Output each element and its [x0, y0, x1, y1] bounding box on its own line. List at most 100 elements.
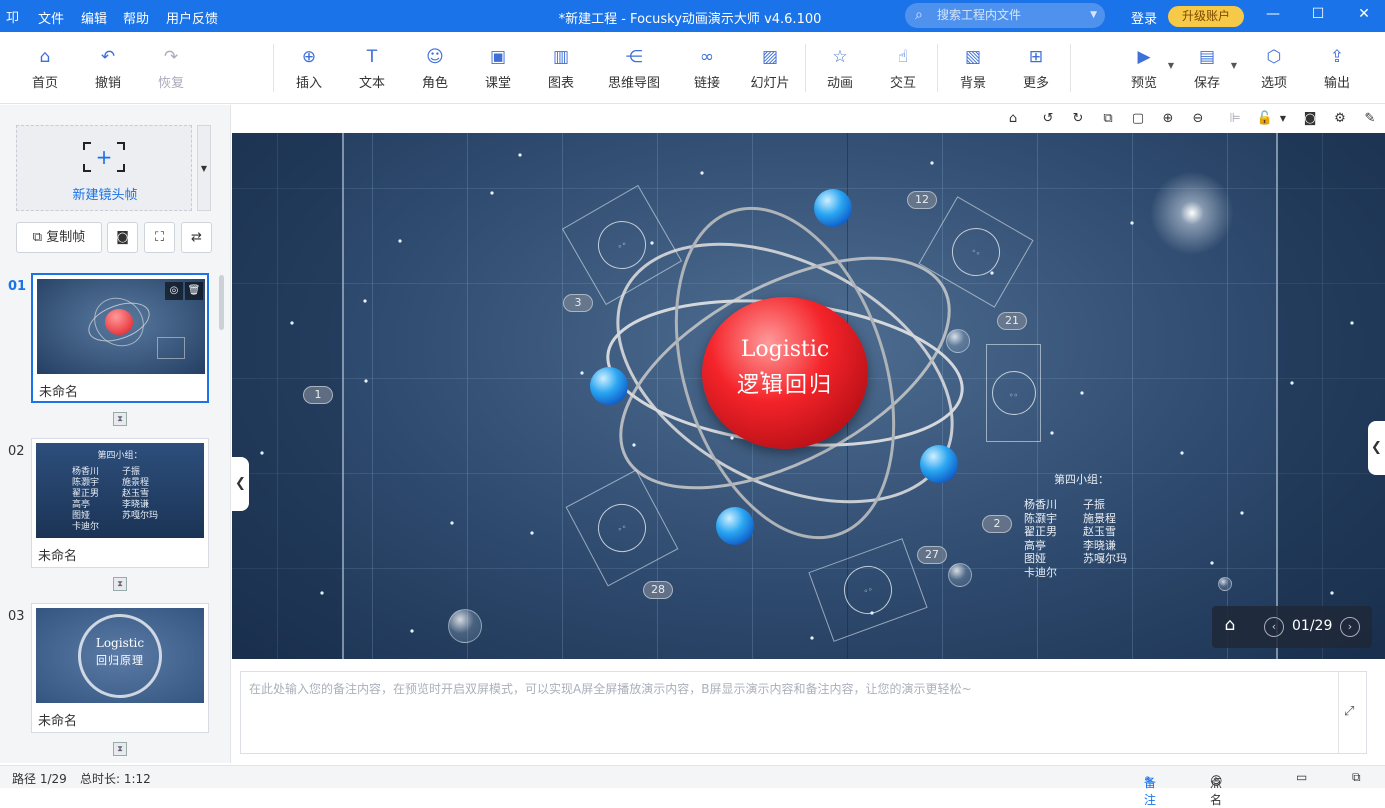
export-label: 输出 [1323, 76, 1350, 91]
rotate-right-icon[interactable]: ↻ [1069, 111, 1087, 126]
camera-button[interactable]: ◙ [107, 222, 138, 253]
search-input[interactable]: ⌕ 搜索工程内文件 ▼ [905, 3, 1105, 28]
switch-button[interactable]: ⇄ [181, 222, 212, 253]
chevron-down-icon[interactable]: ▼ [1168, 61, 1174, 70]
home-view-icon[interactable]: ⌂ [1004, 111, 1022, 126]
undo-button[interactable]: ↶ 撤销 [80, 46, 136, 91]
screenshot-icon[interactable]: ◙ [1301, 111, 1319, 126]
slide-thumbnail-2[interactable]: 第四小组： 杨香川 陈灏宇 翟正男 高亭 图娅 卡迪尔 子振 施景程 赵玉雪 李晓谦 苏嘎尔玛 未… [31, 438, 209, 568]
more-button[interactable]: ⊞ 更多 [1008, 46, 1064, 91]
text-button[interactable]: T 文本 [344, 46, 400, 91]
star [580, 371, 584, 375]
link-icon: ∞ [699, 47, 715, 67]
screen-icon[interactable]: ▭ [1296, 770, 1307, 784]
zoom-out-icon[interactable]: ⊖ [1189, 111, 1207, 126]
total-duration: 总时长: 1:12 [80, 772, 151, 786]
star [1130, 221, 1134, 225]
star [1240, 511, 1244, 515]
chevron-down-icon[interactable]: ▼ [1231, 61, 1237, 70]
minimize-icon[interactable]: — [1263, 6, 1283, 22]
menu-edit[interactable]: 编辑 [81, 8, 107, 27]
new-frame-label: 新建镜头帧 [72, 188, 138, 203]
expand-icon[interactable]: ⤢ [1344, 704, 1354, 719]
window-icon[interactable]: ⧉ [1352, 770, 1361, 785]
options-button[interactable]: ⬡ 选项 [1246, 46, 1302, 91]
chevron-down-icon[interactable]: ▼ [1274, 114, 1292, 123]
image-icon: ▨ [761, 47, 779, 67]
preview-group-box [157, 337, 185, 359]
new-frame-button[interactable]: + 新建镜头帧 [16, 125, 192, 211]
new-frame-dropdown[interactable]: ▼ [197, 125, 211, 211]
switch-icon: ⇄ [191, 230, 202, 245]
copy-frame-button[interactable]: ⧉ 复制帧 [16, 222, 102, 253]
preview-member-column: 杨香川 陈灏宇 翟正男 高亭 图娅 卡迪尔 [72, 467, 99, 533]
add-frame-icon: + [83, 142, 125, 172]
align-icon[interactable]: ⊫ [1226, 111, 1244, 126]
login-button[interactable]: 登录 [1131, 8, 1157, 27]
animation-label: 动画 [826, 76, 853, 91]
rotate-left-icon[interactable]: ↺ [1039, 111, 1057, 126]
copy-icon[interactable]: ⧉ [1099, 111, 1117, 126]
link-label: 链接 [693, 76, 720, 91]
insert-button[interactable]: ⊕ 插入 [281, 46, 337, 91]
app-logo-icon: 卭 [6, 11, 20, 26]
role-button[interactable]: ☺ 角色 [407, 46, 463, 91]
maximize-icon[interactable]: ☐ [1308, 6, 1328, 22]
path-count: 路径 1/29 [12, 772, 67, 786]
mindmap-label: 思维导图 [607, 76, 660, 91]
background-label: 背景 [959, 76, 986, 91]
animation-button[interactable]: ☆ 动画 [812, 46, 868, 91]
preview-button[interactable]: ▶ 预览 ▼ [1116, 46, 1174, 91]
classroom-button[interactable]: ▣ 课堂 [470, 46, 526, 91]
export-button[interactable]: ⇪ 输出 [1309, 46, 1365, 91]
sidebar-scrollbar[interactable] [219, 275, 224, 330]
notes-input[interactable]: 在此处输入您的备注内容，在预览时开启双屏模式，可以实现A屏全屏播放演示内容，B屏… [240, 671, 1367, 754]
lock-icon[interactable]: 🔓 [1256, 111, 1274, 126]
interaction-button[interactable]: ☝ 交互 [875, 46, 931, 91]
home-button[interactable]: ⌂ 首页 [17, 46, 73, 91]
link-button[interactable]: ∞ 链接 [679, 46, 735, 91]
preview-member-column: 子振 施景程 赵玉雪 李晓谦 苏嘎尔玛 [122, 467, 158, 522]
background-button[interactable]: ▧ 背景 [945, 46, 1001, 91]
save-label: 保存 [1193, 76, 1220, 91]
search-icon: ⌕ [915, 7, 923, 23]
chart-button[interactable]: ▥ 图表 [533, 46, 589, 91]
transition-icon[interactable]: ⧗ [113, 412, 127, 426]
grid-icon: ⊞ [1028, 47, 1044, 67]
member-name: 子振 [122, 467, 141, 477]
star [760, 371, 764, 375]
member-name: 赵玉雪 [122, 489, 150, 499]
slide-button[interactable]: ▨ 幻灯片 [742, 46, 798, 91]
interaction-label: 交互 [889, 76, 916, 91]
menu-help[interactable]: 帮助 [123, 8, 149, 27]
zoom-in-icon[interactable]: ⊕ [1159, 111, 1177, 126]
slide-thumbnail-3[interactable]: Logistic 回归原理 未命名 [31, 603, 209, 733]
slide-thumbnail-1[interactable]: ◎ 🗑 未命名 [31, 273, 209, 403]
fit-frame-icon: ⛶ [154, 230, 165, 245]
delete-icon[interactable]: 🗑 [185, 282, 203, 300]
chevron-down-icon[interactable]: ▼ [1090, 3, 1097, 28]
transition-icon[interactable]: ⧗ [113, 577, 127, 591]
menu-file[interactable]: 文件 [38, 8, 64, 27]
camera-icon: ◙ [116, 230, 129, 245]
canvas-toolbar: ⌂ ↺ ↻ ⧉ ▢ ⊕ ⊖ ⊫ 🔓 ▼ ◙ ⚙ ✎ [232, 105, 1385, 133]
edit-icon[interactable]: ✎ [1361, 111, 1379, 126]
slide-number: 03 [8, 609, 25, 624]
save-icon: ▤ [1198, 47, 1216, 67]
menu-feedback[interactable]: 用户反馈 [166, 8, 218, 27]
paste-icon[interactable]: ▢ [1129, 111, 1147, 126]
close-icon[interactable]: ✕ [1354, 6, 1374, 22]
star [1050, 431, 1054, 435]
settings-icon[interactable]: ⚙ [1331, 111, 1349, 126]
transition-icon[interactable]: ⧗ [113, 742, 127, 756]
save-button[interactable]: ▤ 保存 ▼ [1179, 46, 1237, 91]
upgrade-button[interactable]: 升级账户 [1168, 6, 1244, 27]
fit-frame-button[interactable]: ⛶ [144, 222, 175, 253]
mindmap-button[interactable]: ⋲ 思维导图 [602, 46, 666, 91]
redo-button[interactable]: ↷ 恢复 [143, 46, 199, 91]
slide-preview: ◎ 🗑 [37, 279, 205, 374]
chart-label: 图表 [547, 76, 574, 91]
redo-label: 恢复 [157, 76, 184, 91]
frame-settings-icon[interactable]: ◎ [165, 282, 183, 300]
bar-chart-icon: ▥ [552, 47, 570, 67]
